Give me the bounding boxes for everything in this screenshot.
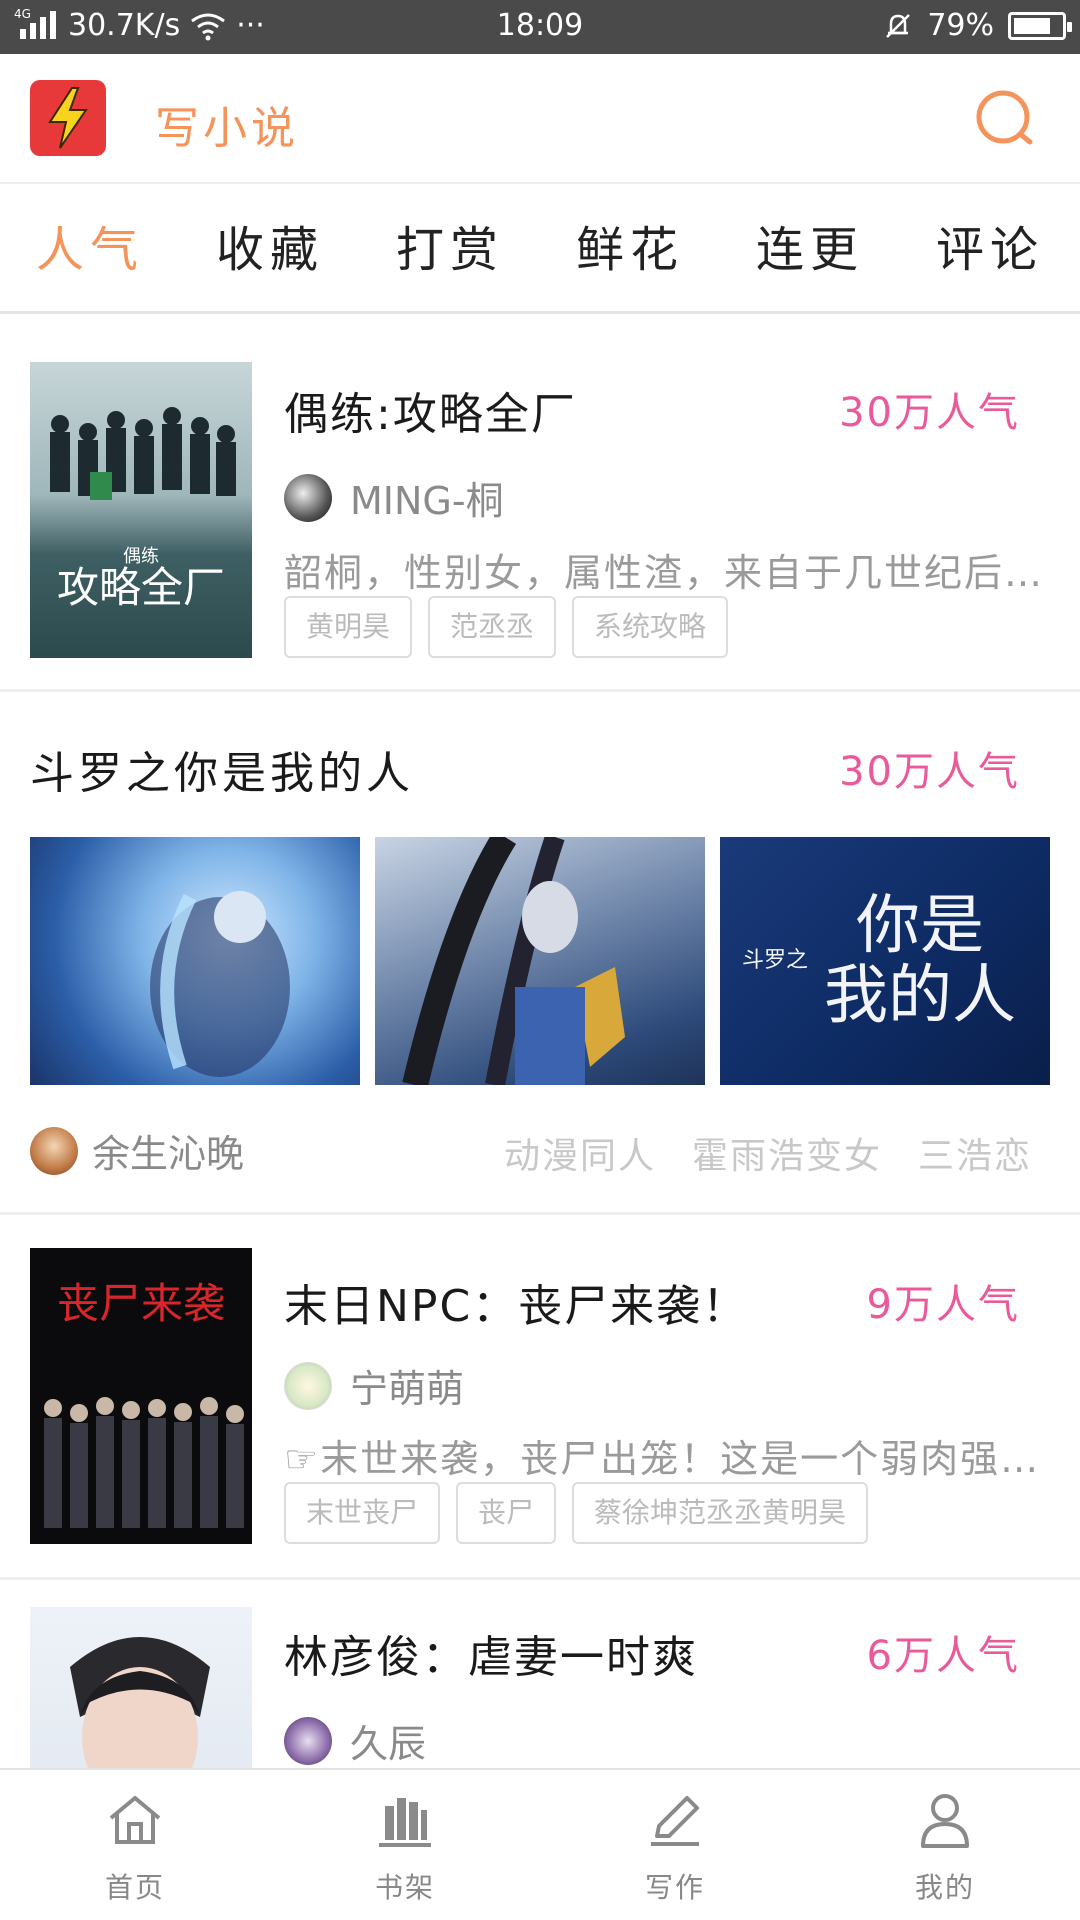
book-cover[interactable]: 丧尸来袭 (30, 1248, 252, 1544)
svg-text:丧尸来袭: 丧尸来袭 (57, 1279, 225, 1328)
book-description: 韶桐，性别女，属性渣，来自于几世纪后… (284, 551, 1044, 595)
nav-label: 首页 (104, 1871, 165, 1904)
author-name[interactable]: 宁萌萌 (350, 1358, 464, 1413)
author-avatar[interactable] (30, 1126, 78, 1175)
popularity-count: 9万人气 (866, 1282, 1020, 1328)
popularity-count: 30万人气 (839, 390, 1020, 436)
svg-text:攻略全厂: 攻略全厂 (57, 563, 225, 612)
book-title[interactable]: 林彦俊：虐妻一时爽 (284, 1621, 698, 1685)
app-header: 写小说 (0, 54, 1080, 184)
tag[interactable]: 系统攻略 (572, 596, 729, 658)
tag[interactable]: 蔡徐坤范丞丞黄明昊 (572, 1482, 869, 1544)
author-avatar[interactable] (284, 473, 332, 522)
book-title[interactable]: 斗罗之你是我的人 (30, 737, 414, 801)
cover-image[interactable]: 你是 我的人 斗罗之 (720, 837, 1050, 1085)
tag[interactable]: 黄明昊 (284, 596, 413, 658)
popularity-count: 6万人气 (866, 1633, 1020, 1679)
search-icon[interactable] (972, 86, 1038, 152)
tab-rewards[interactable]: 打赏 (360, 186, 540, 311)
svg-text:偶练: 偶练 (123, 546, 159, 567)
nav-write[interactable]: 写作 (540, 1770, 810, 1920)
tag[interactable]: 霍雨浩变女 (692, 1127, 882, 1179)
tag[interactable]: 动漫同人 (504, 1127, 656, 1179)
app-title: 写小说 (155, 103, 299, 154)
tag[interactable]: 丧尸 (456, 1482, 557, 1544)
book-description: ☞末世来袭，丧尸出笼！这是一个弱肉强… (284, 1437, 1041, 1481)
bell-muted-icon (886, 13, 911, 38)
book-card[interactable]: 丧尸来袭 末日NPC：丧尸来袭！ 9万人气 宁萌萌 ☞末世来袭，丧尸出笼！这是一… (0, 1218, 1080, 1580)
battery-percent: 79% (927, 8, 994, 43)
cover-image[interactable] (375, 837, 705, 1085)
tag[interactable]: 三浩恋 (918, 1127, 1032, 1179)
tab-popularity[interactable]: 人气 (0, 186, 180, 311)
nav-label: 书架 (374, 1871, 435, 1904)
user-icon (921, 1794, 969, 1848)
tag[interactable]: 范丞丞 (428, 596, 557, 658)
svg-text:你是: 你是 (856, 889, 984, 963)
book-card[interactable]: 林彦俊：虐妻一时爽 6万人气 久辰 (0, 1583, 1080, 1768)
book-title[interactable]: 末日NPC：丧尸来袭！ (284, 1270, 748, 1334)
book-title[interactable]: 偶练:攻略全厂 (284, 378, 577, 442)
svg-text:斗罗之: 斗罗之 (742, 948, 808, 973)
author-avatar[interactable] (284, 1716, 332, 1765)
nav-bookshelf[interactable]: 书架 (270, 1770, 540, 1920)
nav-label: 我的 (914, 1871, 975, 1904)
bottom-nav: 首页 书架 写作 我的 (0, 1768, 1080, 1920)
author-name[interactable]: 久辰 (350, 1713, 426, 1768)
author-name[interactable]: 余生沁晚 (92, 1123, 244, 1178)
book-cover[interactable]: 攻略全厂 偶练 (30, 362, 252, 658)
status-bar: 4G 30.7K/s ··· 18:09 79% (0, 0, 1080, 54)
bookshelf-icon (379, 1798, 431, 1847)
tag[interactable]: 末世丧尸 (284, 1482, 441, 1544)
featured-book-card[interactable]: 斗罗之你是我的人 30万人气 你是 我的人 斗罗之 余生沁晚 动漫同人 霍雨浩变… (0, 695, 1080, 1215)
svg-text:我的人: 我的人 (824, 959, 1016, 1033)
book-cover[interactable] (30, 1607, 252, 1768)
lightning-icon[interactable] (30, 80, 106, 156)
nav-label: 写作 (644, 1871, 705, 1904)
popularity-count: 30万人气 (839, 749, 1020, 795)
tab-updates[interactable]: 连更 (720, 186, 900, 311)
author-name[interactable]: MING-桐 (350, 470, 504, 525)
tab-favorites[interactable]: 收藏 (180, 186, 360, 311)
tab-flowers[interactable]: 鲜花 (540, 186, 720, 311)
ranking-tabs: 人气 收藏 打赏 鲜花 连更 评论 (0, 186, 1080, 314)
book-card[interactable]: 攻略全厂 偶练 偶练:攻略全厂 30万人气 MING-桐 韶桐，性别女，属性渣，… (0, 330, 1080, 692)
author-avatar[interactable] (284, 1361, 332, 1410)
pen-icon (651, 1796, 699, 1846)
tab-comments[interactable]: 评论 (900, 186, 1080, 311)
cover-image[interactable] (30, 837, 360, 1085)
nav-home[interactable]: 首页 (0, 1770, 270, 1920)
home-icon (109, 1796, 161, 1844)
nav-profile[interactable]: 我的 (810, 1770, 1080, 1920)
battery-icon (1008, 11, 1072, 40)
